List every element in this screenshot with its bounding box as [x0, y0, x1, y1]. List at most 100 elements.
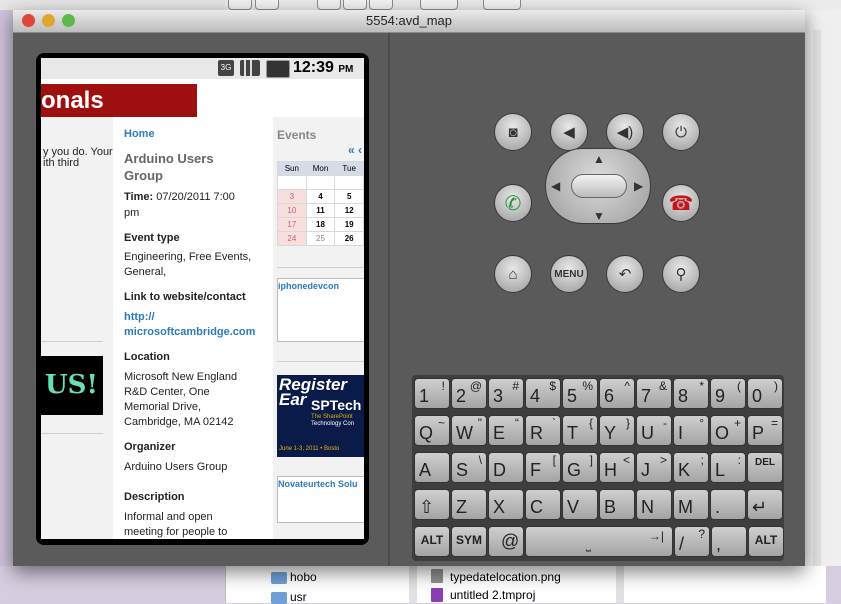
- key-u[interactable]: U-: [636, 415, 672, 446]
- home-button[interactable]: ⌂: [494, 255, 532, 293]
- key-a[interactable]: A: [414, 452, 450, 483]
- key-9[interactable]: 9(: [710, 378, 746, 409]
- cal-day[interactable]: 5: [334, 189, 364, 204]
- dpad-left-icon[interactable]: ◀: [551, 179, 560, 193]
- view-columns-button[interactable]: [369, 0, 393, 10]
- key-2[interactable]: 2 @: [451, 378, 487, 409]
- cal-day[interactable]: 19: [334, 217, 364, 232]
- dpad-up-icon[interactable]: ▲: [593, 152, 605, 166]
- dpad-right-icon[interactable]: ▶: [634, 179, 643, 193]
- column-scrollbar[interactable]: [409, 566, 417, 603]
- key-shift[interactable]: ⇧: [414, 489, 450, 520]
- cal-day: [334, 175, 364, 190]
- end-call-icon: ☎: [668, 192, 694, 215]
- key-3[interactable]: 3 #: [488, 378, 524, 409]
- key-d[interactable]: D: [488, 452, 524, 483]
- finder-item-png[interactable]: typedatelocation.png: [450, 570, 561, 584]
- cal-day[interactable]: 26: [334, 231, 364, 246]
- key-z[interactable]: Z: [451, 489, 487, 520]
- forward-button[interactable]: [255, 0, 279, 10]
- view-list-button[interactable]: [343, 0, 367, 10]
- back-button[interactable]: ↶: [606, 255, 644, 293]
- home-icon: ⌂: [508, 265, 518, 283]
- emulator-controls-panel: ◙ ◀ ◀) ⏻ ✆ ▲ ▼ ◀ ▶ ☎ ⌂ MENU ↶ ⚲ 1! 2 @3 #4 $…: [390, 33, 805, 566]
- key-s[interactable]: S \: [451, 452, 487, 483]
- end-call-button[interactable]: ☎: [662, 184, 700, 222]
- key-p[interactable]: P =: [747, 415, 783, 446]
- key-del[interactable]: DEL: [747, 452, 783, 483]
- finder-item-usr[interactable]: usr: [290, 590, 307, 604]
- key-q[interactable]: Q ~: [414, 415, 450, 446]
- key-alt-left[interactable]: ALT: [414, 526, 450, 557]
- key-1[interactable]: 1!: [414, 378, 450, 409]
- key-g[interactable]: G]: [562, 452, 598, 483]
- key-6[interactable]: 6 ^: [599, 378, 635, 409]
- cal-day[interactable]: 24: [277, 231, 307, 246]
- phone-screen[interactable]: 3G 12:39 PM onals y you do. Your ith thi…: [41, 58, 364, 539]
- key-t[interactable]: T{: [562, 415, 598, 446]
- key-alt-right[interactable]: ALT: [748, 526, 784, 557]
- calendar-prev-nav[interactable]: « ‹: [348, 143, 362, 158]
- view-icons-button[interactable]: [317, 0, 341, 10]
- key-y[interactable]: Y}: [599, 415, 635, 446]
- finder-item-tmproj[interactable]: untitled 2.tmproj: [450, 588, 535, 602]
- action-gear-button[interactable]: [420, 0, 458, 10]
- dpad-center-button[interactable]: [571, 174, 627, 198]
- key-comma[interactable]: ,: [711, 526, 747, 557]
- key-sym[interactable]: SYM: [451, 526, 487, 557]
- ad-title[interactable]: iphonedevcon: [278, 279, 339, 294]
- key-h[interactable]: H <: [599, 452, 635, 483]
- window-titlebar[interactable]: 5554:avd_map: [13, 10, 805, 33]
- volume-up-button[interactable]: ◀): [606, 113, 644, 151]
- cal-day[interactable]: 10: [277, 203, 307, 218]
- cal-day[interactable]: 17: [277, 217, 307, 232]
- key-space[interactable]: →| ⎵: [525, 526, 673, 557]
- cal-day[interactable]: 11: [305, 203, 336, 218]
- volume-down-button[interactable]: ◀: [550, 113, 588, 151]
- share-button[interactable]: [483, 0, 521, 10]
- key-v[interactable]: V: [562, 489, 598, 520]
- key-o[interactable]: O +: [710, 415, 746, 446]
- camera-button[interactable]: ◙: [494, 113, 532, 151]
- key-8[interactable]: 8 *: [673, 378, 709, 409]
- column-scrollbar[interactable]: [616, 566, 624, 603]
- key-e[interactable]: E “: [488, 415, 524, 446]
- key-7[interactable]: 7 &: [636, 378, 672, 409]
- key-k[interactable]: K;: [673, 452, 709, 483]
- website-link[interactable]: http://: [124, 310, 155, 325]
- key-slash[interactable]: /?: [674, 526, 710, 557]
- key-c[interactable]: C: [525, 489, 561, 520]
- cal-day[interactable]: 18: [305, 217, 336, 232]
- key-0[interactable]: 0): [747, 378, 783, 409]
- key-n[interactable]: N: [636, 489, 672, 520]
- key-4[interactable]: 4 $: [525, 378, 561, 409]
- key-enter[interactable]: ↵: [747, 489, 783, 520]
- power-button[interactable]: ⏻: [662, 113, 700, 151]
- key-f[interactable]: F[: [525, 452, 561, 483]
- menu-button[interactable]: MENU: [550, 255, 588, 293]
- key-at[interactable]: @: [488, 526, 524, 557]
- call-button[interactable]: ✆: [494, 184, 532, 222]
- back-button[interactable]: [228, 0, 252, 10]
- key-.[interactable]: .: [710, 489, 746, 520]
- cal-day[interactable]: 3: [277, 189, 307, 204]
- cal-day[interactable]: 4: [305, 189, 336, 204]
- ad-title[interactable]: Novateurtech Solu: [278, 477, 358, 492]
- key-w[interactable]: W ": [451, 415, 487, 446]
- dpad-down-icon[interactable]: ▼: [593, 209, 605, 223]
- home-link[interactable]: Home: [124, 127, 155, 142]
- finder-item-hobo[interactable]: hobo: [290, 570, 317, 584]
- key-5[interactable]: 5%: [562, 378, 598, 409]
- key-j[interactable]: J >: [636, 452, 672, 483]
- cal-day[interactable]: 12: [334, 203, 364, 218]
- key-i[interactable]: I °: [673, 415, 709, 446]
- website-link[interactable]: microsoftcambridge.com: [124, 325, 255, 340]
- key-r[interactable]: R `: [525, 415, 561, 446]
- key-x[interactable]: X: [488, 489, 524, 520]
- key-b[interactable]: B: [599, 489, 635, 520]
- cal-day[interactable]: 25: [305, 231, 336, 246]
- search-button[interactable]: ⚲: [662, 255, 700, 293]
- key-m[interactable]: M: [673, 489, 709, 520]
- key-l[interactable]: L:: [710, 452, 746, 483]
- finder-scrollbar[interactable]: [813, 30, 821, 600]
